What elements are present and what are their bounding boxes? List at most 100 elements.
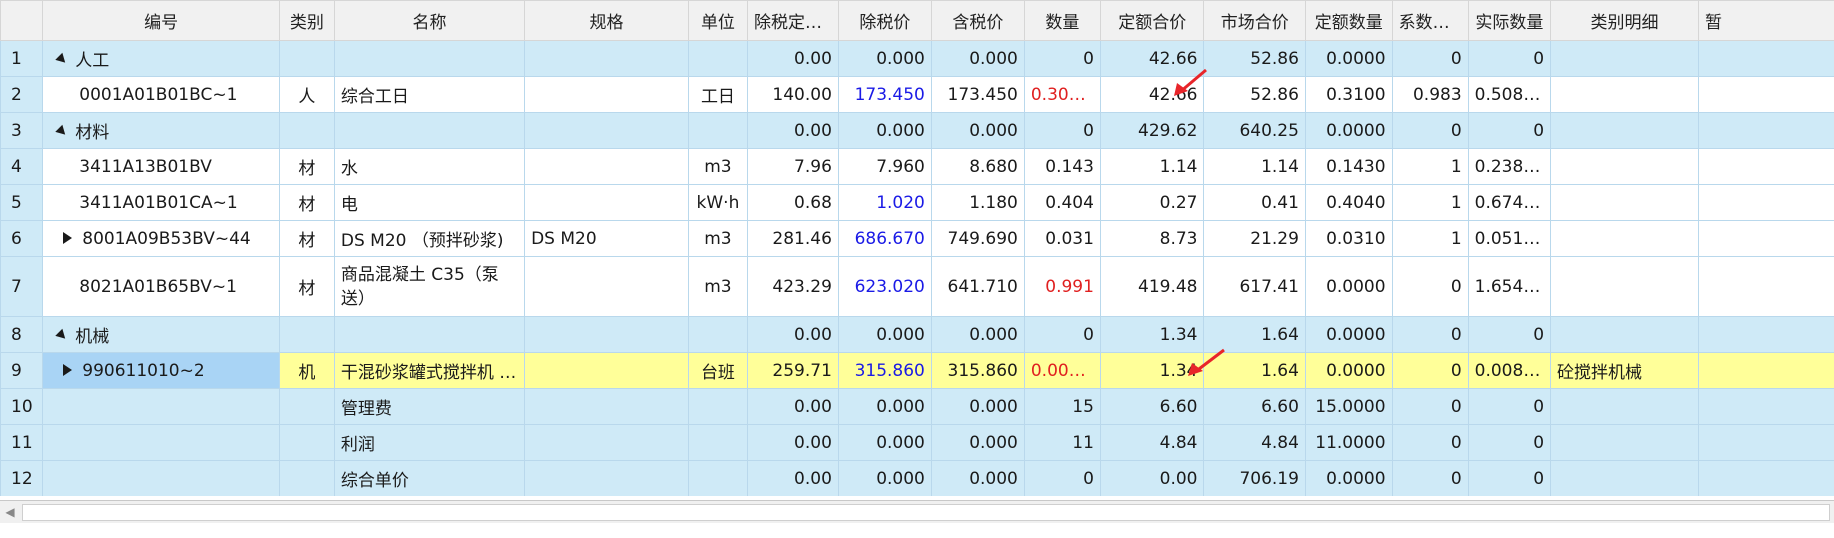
cell-code[interactable]: 8001A09B53BV~44	[42, 220, 280, 257]
cell-category-detail[interactable]	[1550, 76, 1699, 113]
cell-actual-quantity[interactable]: 0.008646	[1467, 352, 1552, 389]
cell-unit[interactable]: m3	[687, 256, 749, 317]
cell-base-quantity[interactable]: 0.4040	[1304, 184, 1393, 221]
cell-ex-tax-price[interactable]: 0.000	[837, 112, 932, 149]
cell-base-quantity[interactable]: 0.0310	[1304, 220, 1393, 257]
triangle-down-icon[interactable]	[55, 328, 69, 342]
cell-coefficient[interactable]: 0	[1391, 40, 1469, 77]
cell-unit[interactable]	[687, 40, 749, 77]
cell-temp[interactable]	[1697, 112, 1834, 149]
col-header-unit[interactable]: 单位	[687, 0, 749, 41]
cell-base-price[interactable]: 0.00	[747, 316, 839, 353]
cell-code[interactable]: 8021A01B65BV~1	[42, 256, 280, 317]
cell-base-quantity[interactable]: 0.0000	[1304, 316, 1393, 353]
cell-coefficient[interactable]: 0.983	[1391, 76, 1469, 113]
cell-base-price[interactable]: 0.00	[747, 40, 839, 77]
cell-tax-price[interactable]: 0.000	[930, 424, 1025, 461]
cell-name[interactable]: 利润	[333, 424, 526, 461]
col-header-name[interactable]: 名称	[333, 0, 526, 41]
cell-quantity[interactable]: 0.005177	[1023, 352, 1101, 389]
cell-temp[interactable]	[1697, 220, 1834, 257]
cell-coefficient[interactable]: 1	[1391, 220, 1469, 257]
cell-tax-price[interactable]: 8.680	[930, 148, 1025, 185]
cell-category[interactable]: 材	[278, 148, 335, 185]
col-header-ex-tax-price[interactable]: 除税价	[837, 0, 932, 41]
table-row-selected[interactable]: 9 990611010~2 机 干混砂浆罐式搅拌机 2... 台班 259.71…	[0, 352, 1834, 389]
col-header-temp[interactable]: 暂	[1697, 0, 1834, 41]
cell-market-total[interactable]: 52.86	[1203, 76, 1306, 113]
cell-market-total[interactable]: 52.86	[1203, 40, 1306, 77]
cell-base-price[interactable]: 0.68	[747, 184, 839, 221]
cell-base-total[interactable]: 419.48	[1099, 256, 1205, 317]
scroll-left-icon[interactable]: ◀	[0, 501, 20, 523]
cell-category[interactable]: 材	[278, 256, 335, 317]
cell-tax-price[interactable]: 641.710	[930, 256, 1025, 317]
cell-quantity[interactable]: 0	[1023, 460, 1101, 496]
cell-spec[interactable]	[524, 460, 689, 496]
cell-actual-quantity[interactable]: 0	[1467, 40, 1552, 77]
cell-tax-price[interactable]: 173.450	[930, 76, 1025, 113]
cell-name[interactable]: 电	[333, 184, 526, 221]
cell-code[interactable]	[42, 388, 280, 425]
cell-ex-tax-price[interactable]: 0.000	[837, 388, 932, 425]
cell-category-detail[interactable]	[1550, 112, 1699, 149]
cell-market-total[interactable]: 1.14	[1203, 148, 1306, 185]
cell-quantity[interactable]: 0.991	[1023, 256, 1101, 317]
cell-ex-tax-price[interactable]: 315.860	[837, 352, 932, 389]
cell-unit[interactable]	[687, 388, 749, 425]
cell-category[interactable]: 材	[278, 184, 335, 221]
cell-temp[interactable]	[1697, 256, 1834, 317]
cell-base-price[interactable]: 140.00	[747, 76, 839, 113]
cell-base-price[interactable]: 0.00	[747, 388, 839, 425]
table-row-group-machinery[interactable]: 8 机械 0.00 0.000 0.000 0 1.34 1.64 0.0000…	[0, 316, 1834, 353]
cell-base-price[interactable]: 0.00	[747, 424, 839, 461]
cell-coefficient[interactable]: 1	[1391, 148, 1469, 185]
table-row[interactable]: 7 8021A01B65BV~1 材 商品混凝土 C35（泵送） m3 423.…	[0, 256, 1834, 317]
cell-name[interactable]: 综合单价	[333, 460, 526, 496]
col-header-coefficient[interactable]: 系数调整	[1391, 0, 1469, 41]
cell-temp[interactable]	[1697, 424, 1834, 461]
cell-category[interactable]	[278, 460, 335, 496]
cell-name[interactable]: 水	[333, 148, 526, 185]
cell-coefficient[interactable]: 0	[1391, 460, 1469, 496]
cell-coefficient[interactable]: 0	[1391, 256, 1469, 317]
col-header-base-price[interactable]: 除税定额价	[747, 0, 839, 41]
cell-base-total[interactable]: 1.14	[1099, 148, 1205, 185]
cell-code[interactable]: 机械	[42, 316, 280, 353]
cell-actual-quantity[interactable]: 0.508899	[1467, 76, 1552, 113]
cell-ex-tax-price[interactable]: 0.000	[837, 316, 932, 353]
cell-name[interactable]	[333, 40, 526, 77]
table-row[interactable]: 5 3411A01B01CA~1 材 电 kW·h 0.68 1.020 1.1…	[0, 184, 1834, 221]
cell-ex-tax-price[interactable]: 173.450	[837, 76, 932, 113]
col-header-base-total[interactable]: 定额合价	[1099, 0, 1205, 41]
cell-base-quantity[interactable]: 0.0000	[1304, 460, 1393, 496]
table-row-summary[interactable]: 10 管理费 0.00 0.000 0.000 15 6.60 6.60 15.…	[0, 388, 1834, 425]
table-row-summary[interactable]: 11 利润 0.00 0.000 0.000 11 4.84 4.84 11.0…	[0, 424, 1834, 461]
table-row[interactable]: 4 3411A13B01BV 材 水 m3 7.96 7.960 8.680 0…	[0, 148, 1834, 185]
cell-quantity[interactable]: 0	[1023, 40, 1101, 77]
cell-category[interactable]: 机	[278, 352, 335, 389]
cell-actual-quantity[interactable]: 0.23881	[1467, 148, 1552, 185]
cell-tax-price[interactable]: 0.000	[930, 460, 1025, 496]
col-header-code[interactable]: 编号	[42, 0, 280, 41]
col-header-category-detail[interactable]: 类别明细	[1550, 0, 1699, 41]
cell-base-total[interactable]: 429.62	[1099, 112, 1205, 149]
cell-category-detail[interactable]	[1550, 184, 1699, 221]
triangle-down-icon[interactable]	[55, 52, 69, 66]
cell-temp[interactable]	[1697, 460, 1834, 496]
cell-unit[interactable]: m3	[687, 220, 749, 257]
cell-market-total[interactable]: 706.19	[1203, 460, 1306, 496]
cell-category-detail[interactable]	[1550, 460, 1699, 496]
cell-category[interactable]: 人	[278, 76, 335, 113]
table-row[interactable]: 6 8001A09B53BV~44 材 DS M20 （预拌砂浆) DS M20…	[0, 220, 1834, 257]
cell-name[interactable]: 综合工日	[333, 76, 526, 113]
cell-code[interactable]: 0001A01B01BC~1	[42, 76, 280, 113]
cell-spec[interactable]	[524, 424, 689, 461]
cell-market-total[interactable]: 617.41	[1203, 256, 1306, 317]
triangle-right-icon[interactable]	[63, 363, 73, 376]
cell-tax-price[interactable]: 0.000	[930, 40, 1025, 77]
cell-actual-quantity[interactable]: 0.05177	[1467, 220, 1552, 257]
cell-name[interactable]: 商品混凝土 C35（泵送）	[333, 256, 526, 317]
table-row-group-labor[interactable]: 1 人工 0.00 0.000 0.000 0 42.66 52.86 0.00…	[0, 40, 1834, 77]
cell-temp[interactable]	[1697, 316, 1834, 353]
